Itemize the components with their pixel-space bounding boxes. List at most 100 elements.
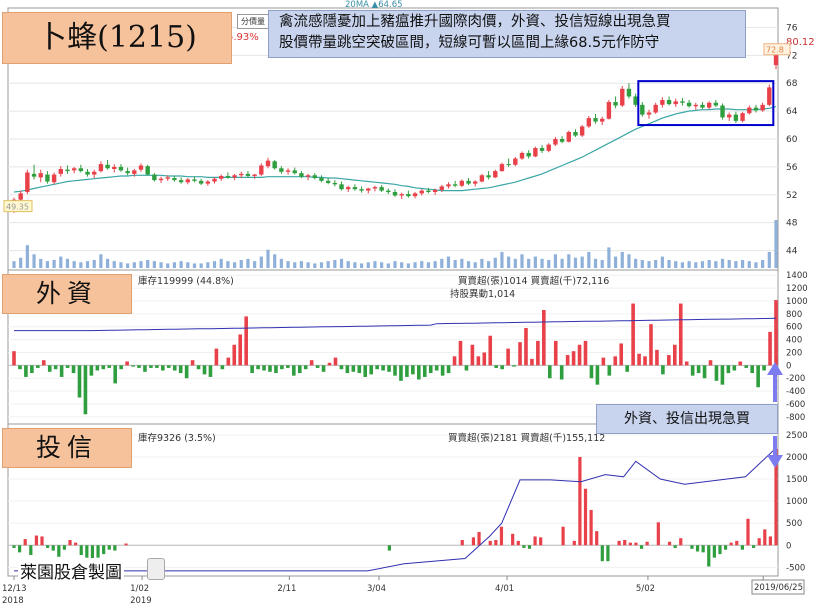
foreign-bar	[339, 365, 344, 370]
candle-body	[546, 144, 551, 151]
foreign-tick-label: 600	[786, 323, 802, 333]
candle-body	[573, 132, 578, 136]
foreign-bar	[714, 365, 719, 381]
foreign-bar	[18, 365, 22, 370]
foreign-bar	[357, 365, 362, 374]
trust-tick-label: 2500	[786, 431, 808, 441]
volume-bar	[747, 261, 751, 268]
volume-bar	[386, 263, 390, 268]
foreign-bar	[559, 365, 564, 380]
candle-body	[252, 174, 257, 176]
foreign-bar	[36, 365, 40, 368]
trust-tick-label: 1000	[786, 497, 808, 507]
foreign-change-info: 持股異動1,014	[450, 289, 516, 300]
foreign-bar	[732, 365, 737, 371]
volume-bar	[507, 256, 511, 268]
volume-bar	[79, 262, 83, 268]
trust-bar	[124, 543, 128, 546]
foreign-bar	[208, 365, 213, 377]
foreign-bar	[547, 365, 552, 379]
foreign-bar	[399, 365, 403, 381]
candle-body	[740, 113, 745, 121]
foreign-bar	[24, 365, 28, 377]
foreign-bar	[774, 300, 778, 366]
candle-body	[65, 169, 70, 172]
foreign-bar	[476, 356, 481, 366]
volume-bar	[126, 263, 130, 268]
volume-bar	[25, 245, 29, 268]
foreign-bar	[381, 365, 385, 371]
analysis-note-line-2: 股價帶量跳空突破區間，短線可暫以區間上緣68.5元作防守	[279, 35, 660, 51]
candle-body	[479, 175, 485, 182]
candle-body	[706, 102, 712, 108]
volume-bar	[460, 258, 464, 268]
foreign-bar	[553, 340, 558, 366]
trust-bar	[746, 518, 750, 546]
candle-body	[239, 173, 244, 176]
ma20-line	[13, 106, 777, 193]
volume-bar	[306, 262, 310, 268]
watermark-icon	[147, 558, 165, 580]
foreign-bar	[417, 365, 421, 380]
volume-profile-button[interactable]: 分價量	[237, 14, 269, 29]
foreign-bar	[667, 355, 671, 366]
trust-bar	[46, 545, 50, 548]
date-box-label: 2019/06/25	[754, 583, 803, 593]
foreign-bar	[643, 356, 647, 366]
trust-bar	[701, 545, 705, 553]
volume-bar	[92, 260, 96, 268]
candle-body	[31, 173, 37, 177]
foreign-bar	[166, 365, 171, 368]
candle-body	[192, 179, 197, 181]
foreign-bar	[405, 365, 409, 377]
foreign-bar	[470, 344, 475, 366]
candle-body	[366, 188, 371, 191]
candle-body	[325, 180, 331, 183]
candle-body	[727, 114, 732, 118]
foreign-bar	[506, 348, 510, 366]
trust-bar	[729, 542, 733, 546]
volume-bar	[19, 257, 23, 268]
volume-bar	[420, 261, 424, 268]
foreign-bar	[649, 324, 653, 366]
foreign-bar	[589, 365, 594, 379]
foreign-bar	[411, 365, 415, 375]
ma-legend: 20MA ▲64.65	[345, 0, 403, 10]
candle-body	[539, 148, 545, 151]
volume-bar	[199, 263, 203, 268]
foreign-bar	[53, 365, 58, 370]
volume-bar	[99, 254, 103, 268]
volume-bar	[406, 263, 410, 268]
foreign-bar	[214, 348, 219, 366]
volume-bar	[299, 261, 304, 268]
foreign-bar	[595, 365, 600, 385]
candle-body	[346, 187, 351, 190]
candle-body	[212, 178, 217, 182]
volume-bar	[279, 258, 283, 268]
foreign-bar	[238, 334, 243, 366]
volume-bar	[400, 262, 404, 268]
foreign-tick-label: 1400	[786, 271, 808, 281]
foreign-bar	[500, 365, 504, 370]
trust-bar	[57, 545, 61, 557]
foreign-bar	[274, 365, 278, 374]
candle-body	[700, 104, 705, 108]
volume-bar	[326, 261, 330, 268]
foreign-bar	[446, 365, 451, 374]
trust-bar	[79, 545, 83, 556]
volume-bar	[640, 260, 644, 268]
candle-body	[439, 186, 444, 190]
foreign-bar	[571, 351, 576, 366]
foreign-bar	[655, 349, 659, 366]
trust-bar	[511, 533, 515, 546]
volume-bar	[527, 258, 531, 268]
volume-bar	[667, 260, 671, 268]
foreign-bar	[77, 365, 82, 398]
volume-bar	[139, 261, 143, 268]
candle-body	[720, 105, 725, 118]
volume-bar	[613, 256, 618, 268]
candle-body	[105, 164, 110, 169]
candle-body	[178, 180, 184, 183]
trust-bar	[634, 542, 638, 546]
trust-bar	[494, 539, 498, 546]
